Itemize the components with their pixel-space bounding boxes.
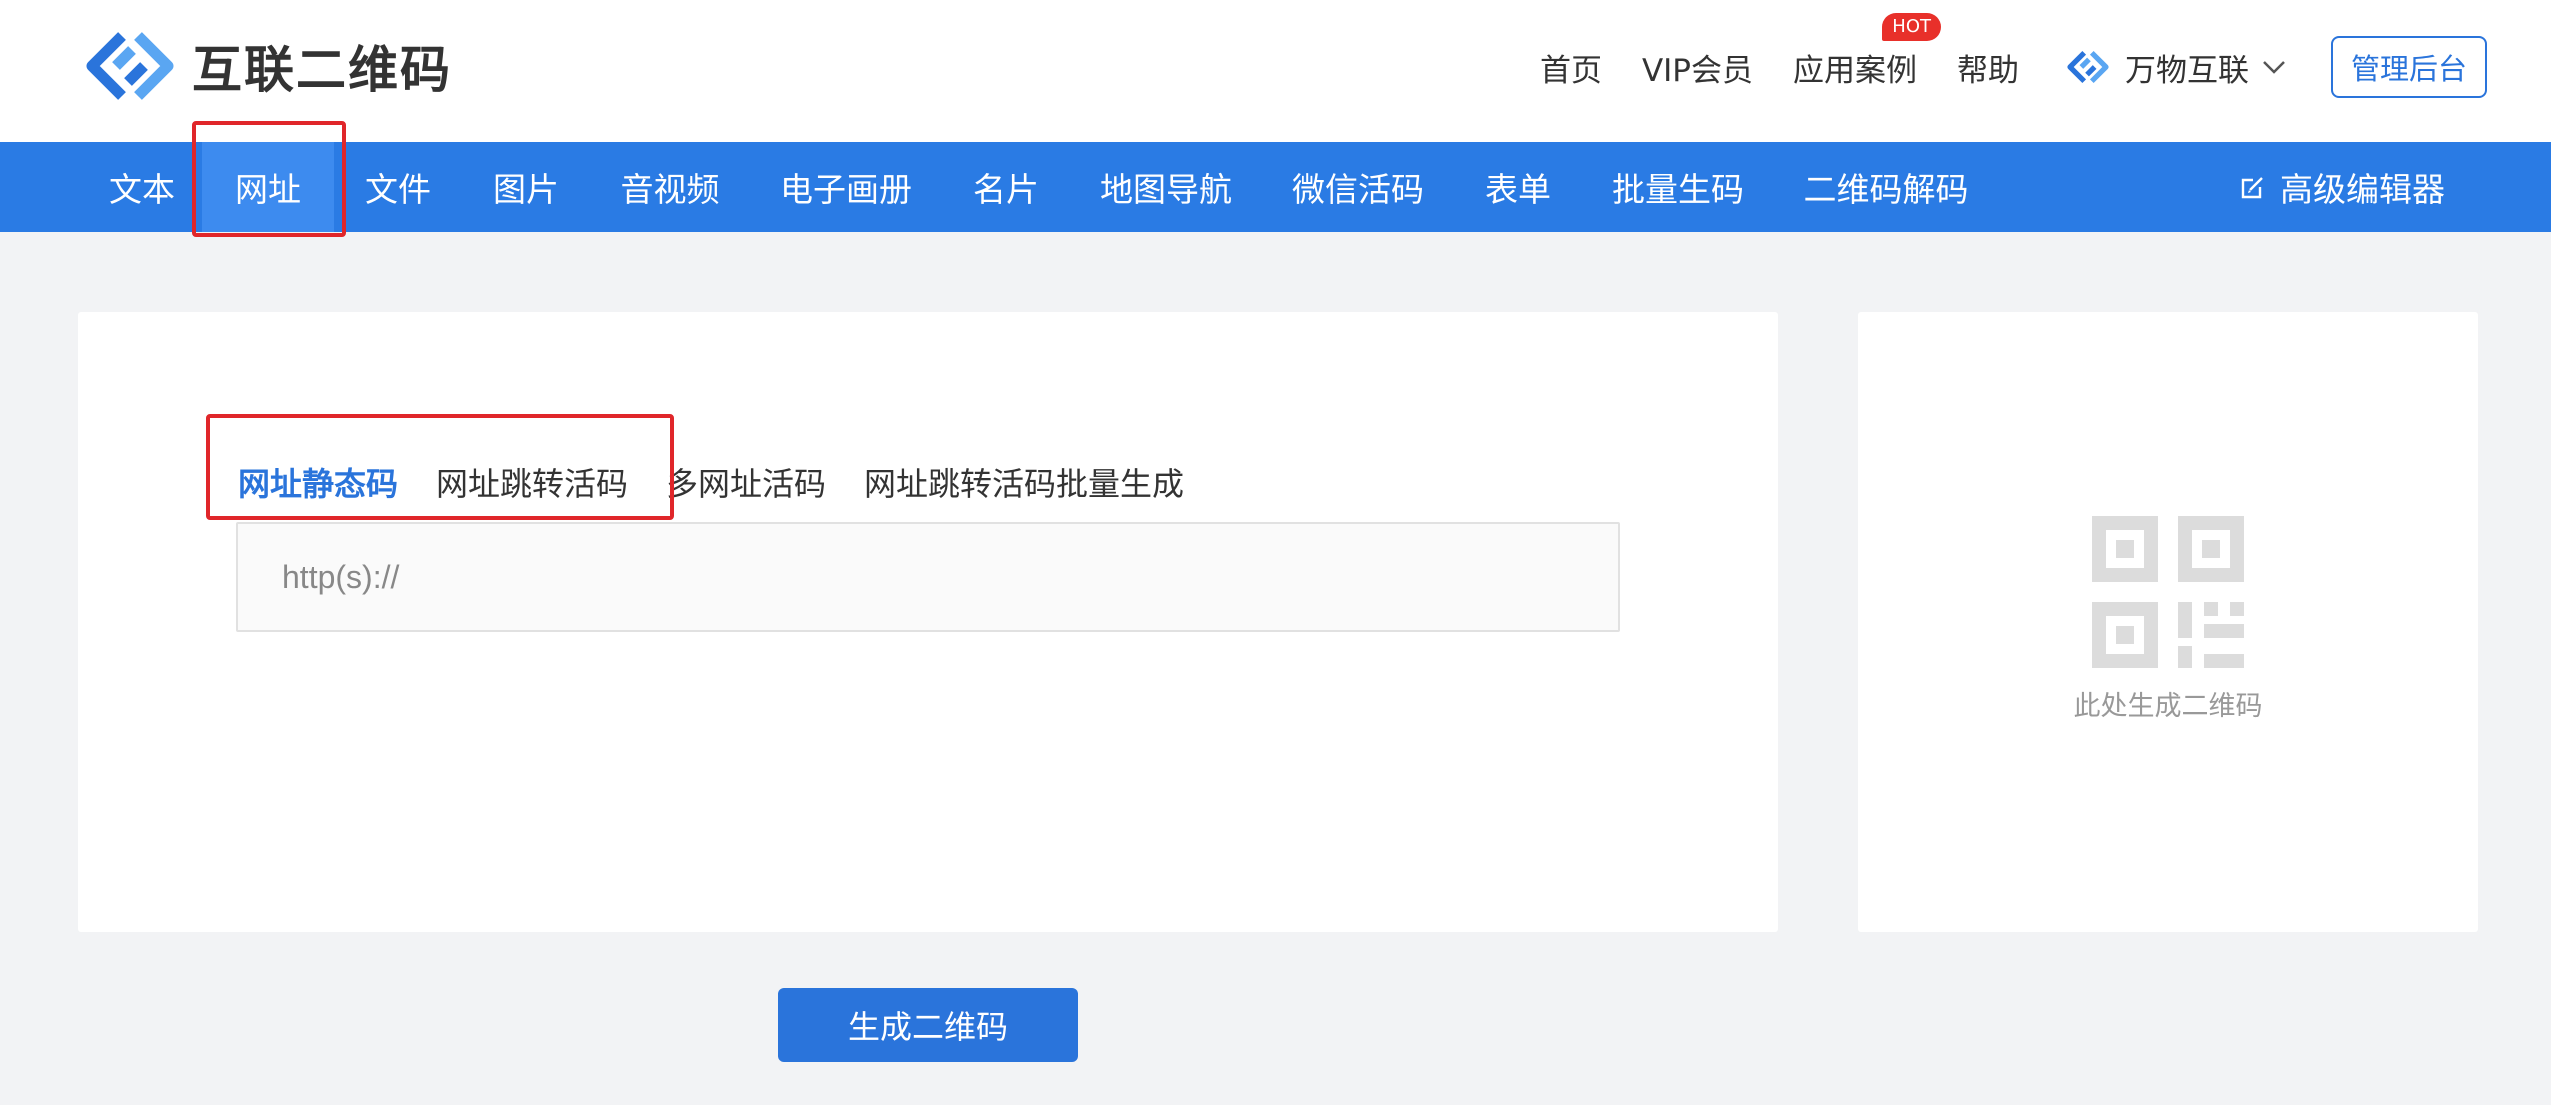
editor-panel: 网址静态码 网址跳转活码 多网址活码 网址跳转活码批量生成 bbox=[78, 312, 1778, 932]
brand-name: 互联二维码 bbox=[192, 41, 452, 99]
category-e-album[interactable]: 电子画册 bbox=[750, 142, 942, 232]
chain-link-icon bbox=[2067, 50, 2109, 84]
nav-cases-label: 应用案例 bbox=[1793, 52, 1917, 89]
subtab-redirect-live-code[interactable]: 网址跳转活码 bbox=[436, 459, 628, 505]
category-url[interactable]: 网址 bbox=[202, 142, 334, 232]
hot-badge: HOT bbox=[1882, 12, 1941, 41]
advanced-editor-link[interactable]: 高级编辑器 bbox=[2240, 142, 2445, 232]
category-audio-video[interactable]: 音视频 bbox=[590, 142, 750, 232]
category-wechat-live-code[interactable]: 微信活码 bbox=[1262, 142, 1454, 232]
chevron-down-icon bbox=[2263, 61, 2285, 74]
edit-icon bbox=[2241, 177, 2263, 199]
qr-code-placeholder-icon bbox=[2092, 516, 2244, 668]
brand-switch-label: 万物互联 bbox=[2125, 52, 2249, 89]
subtab-batch-redirect[interactable]: 网址跳转活码批量生成 bbox=[864, 459, 1184, 505]
subtab-static-url[interactable]: 网址静态码 bbox=[238, 459, 398, 505]
category-batch-generate[interactable]: 批量生码 bbox=[1582, 142, 1774, 232]
nav-home[interactable]: 首页 bbox=[1540, 45, 1602, 90]
category-image[interactable]: 图片 bbox=[462, 142, 590, 232]
url-subtabs: 网址静态码 网址跳转活码 多网址活码 网址跳转活码批量生成 bbox=[238, 442, 1222, 522]
brand-switch-dropdown[interactable]: 万物互联 bbox=[2065, 45, 2287, 90]
url-input[interactable] bbox=[236, 522, 1620, 632]
chain-link-logo-icon bbox=[86, 32, 174, 100]
nav-vip[interactable]: VIP会员 bbox=[1642, 45, 1753, 90]
advanced-editor-label: 高级编辑器 bbox=[2280, 170, 2445, 209]
nav-help[interactable]: 帮助 bbox=[1957, 45, 2019, 90]
category-business-card[interactable]: 名片 bbox=[942, 142, 1070, 232]
logo[interactable]: 互联二维码 bbox=[82, 28, 452, 104]
qr-preview-panel: 此处生成二维码 bbox=[1858, 312, 2478, 932]
category-bar: 文本 网址 文件 图片 音视频 电子画册 名片 地图导航 微信活码 表单 批量生… bbox=[0, 142, 2551, 232]
subtab-multi-url-live-code[interactable]: 多网址活码 bbox=[666, 459, 826, 505]
preview-caption: 此处生成二维码 bbox=[2073, 691, 2263, 722]
admin-console-button[interactable]: 管理后台 bbox=[2331, 36, 2487, 98]
category-form[interactable]: 表单 bbox=[1454, 142, 1582, 232]
category-file[interactable]: 文件 bbox=[334, 142, 462, 232]
category-map-navigation[interactable]: 地图导航 bbox=[1070, 142, 1262, 232]
nav-cases[interactable]: 应用案例 HOT bbox=[1793, 12, 1941, 90]
category-qr-decode[interactable]: 二维码解码 bbox=[1774, 142, 1998, 232]
category-text[interactable]: 文本 bbox=[82, 142, 202, 232]
header: 互联二维码 首页 VIP会员 应用案例 HOT 帮助 万物互联 管理后台 bbox=[0, 0, 2551, 142]
top-navigation: 首页 VIP会员 应用案例 HOT 帮助 万物互联 管理后台 bbox=[1540, 12, 2487, 100]
generate-qr-button[interactable]: 生成二维码 bbox=[778, 988, 1078, 1062]
